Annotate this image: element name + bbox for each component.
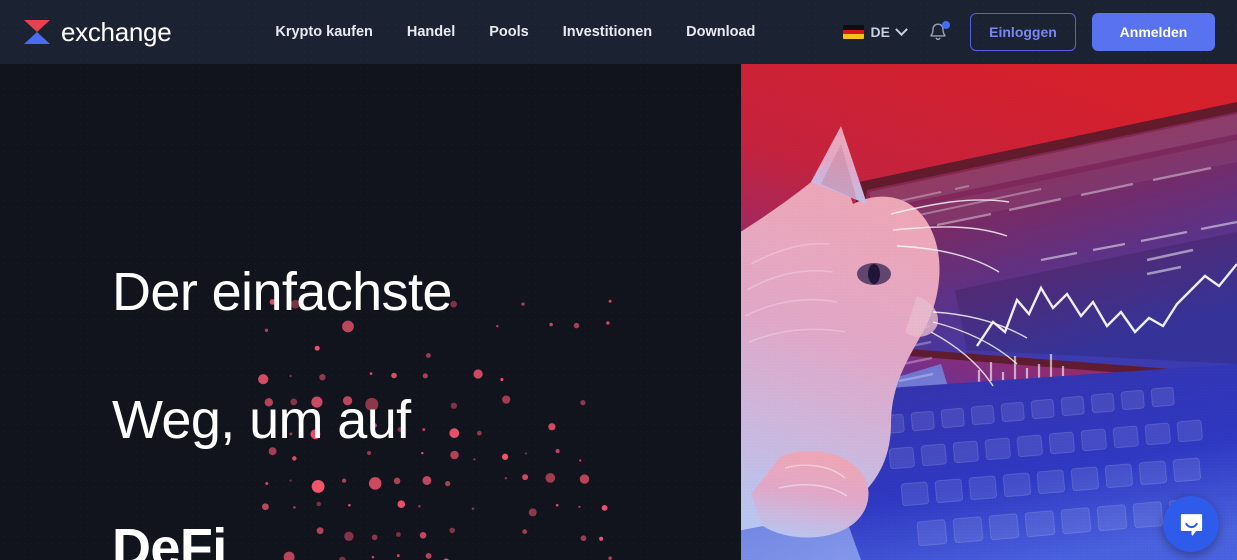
signup-button[interactable]: Anmelden [1092,13,1215,51]
site-header: exchange Krypto kaufen Handel Pools Inve… [0,0,1237,64]
hourglass-logo-icon [22,17,52,47]
headline-emphasis: DeFi [112,518,227,560]
language-code: DE [870,24,890,40]
page-title: Der einfachste Weg, um auf DeFi zuzugrei… [112,196,452,560]
brand-logo[interactable]: exchange [22,16,172,48]
chevron-down-icon [895,22,908,36]
messenger-launcher-button[interactable] [1163,496,1219,552]
nav-item-pools[interactable]: Pools [489,24,528,40]
nav-item-handel[interactable]: Handel [407,24,455,40]
hero-section: Der einfachste Weg, um auf DeFi zuzugrei… [0,64,1237,560]
cat-laptop-illustration [741,64,1237,560]
notifications-button[interactable] [928,21,950,43]
nav-item-investitionen[interactable]: Investitionen [563,24,652,40]
brand-name: exchange [61,16,172,47]
nav-item-krypto-kaufen[interactable]: Krypto kaufen [275,24,373,40]
landing-page: exchange Krypto kaufen Handel Pools Inve… [0,0,1237,560]
header-actions: DE Einloggen Anmelden [842,13,1215,51]
main-navigation: Krypto kaufen Handel Pools Investitionen… [275,24,755,40]
notification-badge-dot [942,21,950,29]
chat-bubble-icon [1180,513,1202,535]
language-selector[interactable]: DE [842,22,908,40]
login-button[interactable]: Einloggen [970,13,1076,51]
nav-item-download[interactable]: Download [686,24,755,40]
hero-copy: Der einfachste Weg, um auf DeFi zuzugrei… [112,196,452,560]
hero-image [741,64,1237,560]
german-flag-icon [842,25,864,39]
headline-line-2: Weg, um auf [112,390,411,450]
headline-line-1: Der einfachste [112,262,452,322]
